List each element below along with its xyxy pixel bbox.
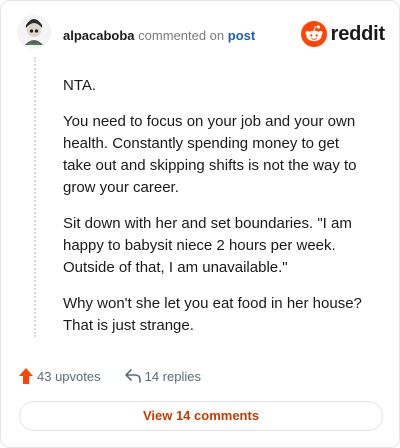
comment-actions: 43 upvotes 14 replies — [19, 365, 225, 387]
post-link[interactable]: post — [228, 28, 255, 43]
avatar-icon — [17, 15, 51, 49]
comment-body: NTA. You need to focus on your job and y… — [63, 75, 363, 351]
comment-paragraph: You need to focus on your job and your o… — [63, 113, 357, 196]
comment-card: alpacaboba commented on post reddit NTA.… — [0, 0, 400, 448]
comment-meta: alpacaboba commented on post — [63, 28, 255, 43]
username-link[interactable]: alpacaboba — [63, 28, 135, 43]
avatar[interactable] — [17, 15, 51, 49]
commented-on-text: commented on — [134, 28, 228, 43]
upvote-count: 43 upvotes — [37, 368, 101, 384]
reply-arrow-icon — [124, 369, 141, 383]
upvote-button[interactable]: 43 upvotes — [19, 368, 101, 384]
upvote-arrow-icon — [19, 368, 33, 384]
reply-count: 14 replies — [144, 368, 201, 384]
comment-paragraph: NTA. — [63, 77, 97, 94]
reddit-wordmark: reddit — [330, 22, 386, 45]
reddit-logo[interactable]: reddit — [300, 20, 386, 48]
comment-header: alpacaboba commented on post reddit — [17, 15, 385, 55]
comment-paragraph: Sit down with her and set boundaries. "I… — [63, 215, 352, 276]
thread-line — [34, 57, 36, 337]
comment-paragraph: Why won't she let you eat food in her ho… — [63, 295, 362, 334]
reddit-logo-icon — [300, 21, 327, 47]
view-comments-button[interactable]: View 14 comments — [19, 401, 383, 431]
replies-button[interactable]: 14 replies — [124, 368, 201, 384]
